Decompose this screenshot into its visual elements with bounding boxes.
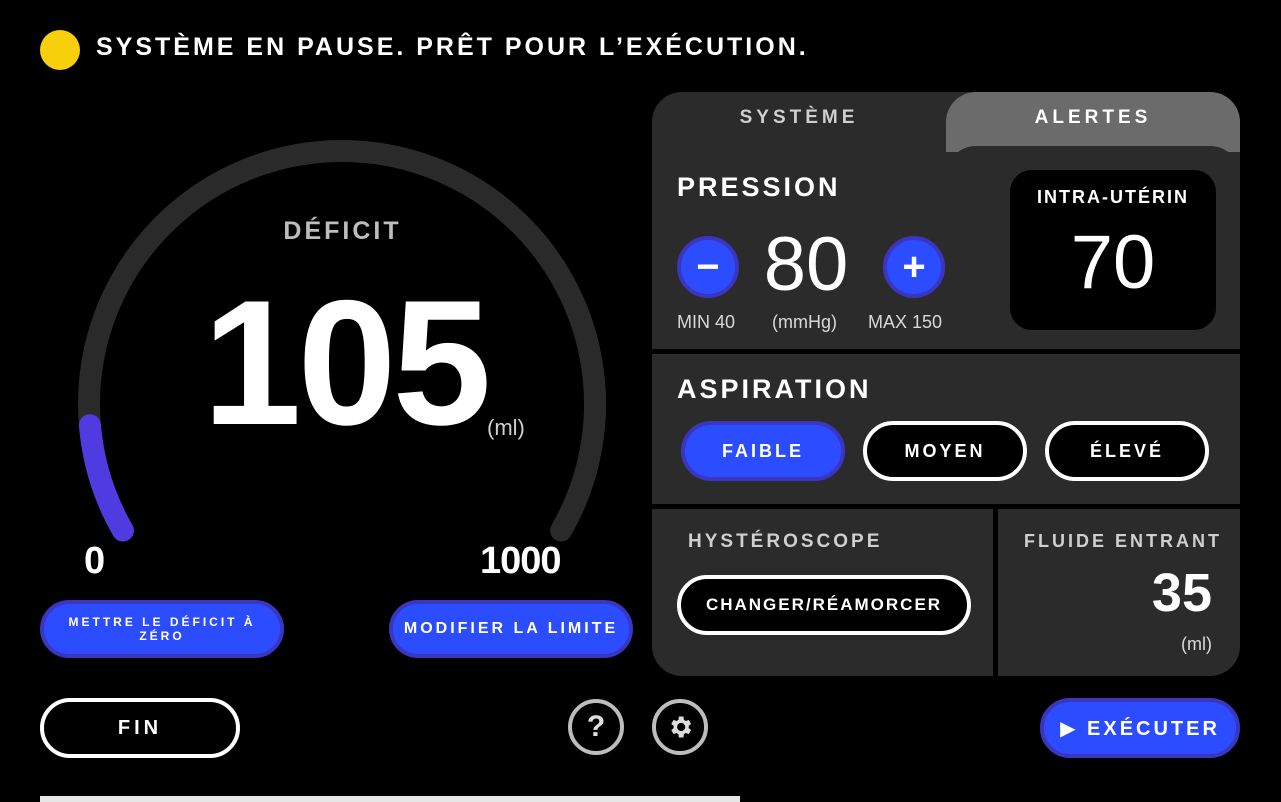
pressure-max-label: MAX 150 [868, 312, 943, 332]
deficit-title: DÉFICIT [283, 217, 402, 245]
tab-alerts-label[interactable]: ALERTES [946, 107, 1240, 129]
plus-icon: + [902, 244, 926, 289]
pressure-min-label: MIN 40 [677, 312, 736, 332]
fluid-in-title: FLUIDE ENTRANT [1024, 531, 1222, 551]
aspiration-low-button[interactable]: FAIBLE [681, 421, 845, 481]
help-button[interactable]: ? [568, 699, 624, 755]
pressure-value: 80 [763, 222, 849, 307]
intra-uterine-value: 70 [1070, 220, 1156, 305]
gear-icon [671, 716, 692, 738]
divider [652, 504, 1240, 509]
fluid-in-value: 35 [1151, 563, 1212, 623]
end-button[interactable]: FIN [40, 698, 240, 758]
gauge-fill [78, 414, 134, 542]
pressure-increase-button[interactable]: + [883, 236, 945, 298]
change-prime-button[interactable]: CHANGER/RÉAMORCER [677, 575, 971, 635]
pression-title: PRESSION [677, 172, 841, 202]
modify-limit-button[interactable]: MODIFIER LA LIMITE [389, 600, 633, 658]
aspiration-high-button[interactable]: ÉLEVÉ [1045, 421, 1209, 481]
bottom-edge-strip [40, 796, 740, 802]
divider [652, 349, 1240, 354]
run-button[interactable]: ▶ EXÉCUTER [1040, 698, 1240, 758]
intra-uterine-label: INTRA-UTÉRIN [1037, 187, 1189, 207]
help-icon: ? [586, 710, 606, 743]
deficit-value: 105 [202, 263, 492, 462]
fluid-in-unit: (ml) [1181, 634, 1212, 654]
settings-button[interactable] [652, 699, 708, 755]
tab-system[interactable]: SYSTÈME [652, 107, 946, 129]
deficit-unit: (ml) [487, 415, 525, 440]
reset-deficit-button[interactable]: METTRE LE DÉFICIT À ZÉRO [40, 600, 284, 658]
divider [993, 509, 998, 676]
gauge-min-label: 0 [84, 540, 106, 582]
gauge-max-label: 1000 [480, 540, 562, 582]
hysteroscope-title: HYSTÉROSCOPE [688, 531, 883, 552]
pressure-unit-label: (mmHg) [772, 312, 837, 332]
aspiration-medium-button[interactable]: MOYEN [863, 421, 1027, 481]
minus-icon: − [696, 244, 720, 289]
status-text: SYSTÈME EN PAUSE. PRÊT POUR L’EXÉCUTION. [96, 33, 809, 61]
pressure-decrease-button[interactable]: − [677, 236, 739, 298]
status-indicator [40, 30, 80, 70]
aspiration-title: ASPIRATION [677, 374, 872, 404]
